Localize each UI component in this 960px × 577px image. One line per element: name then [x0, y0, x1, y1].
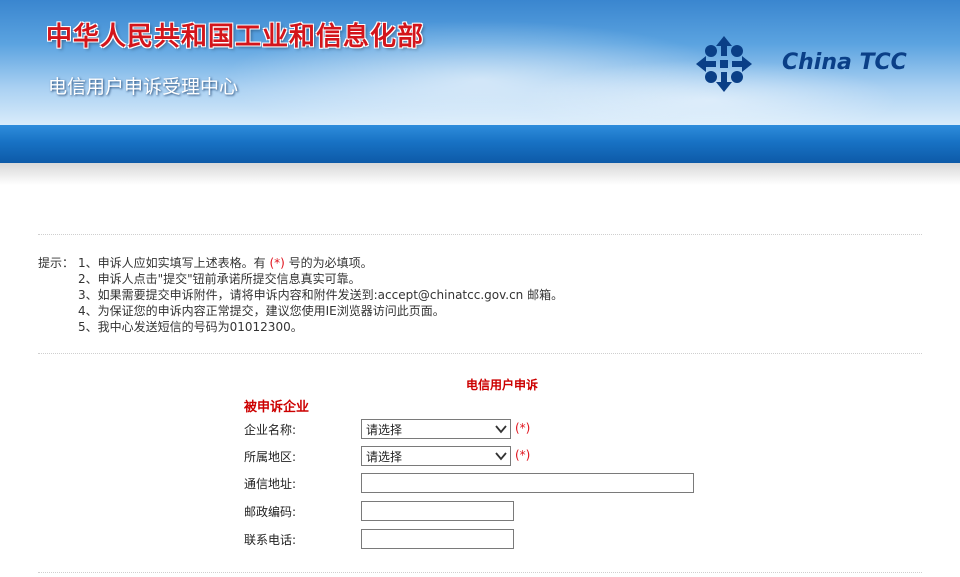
note-item: 1、申诉人应如实填写上述表格。有 (*) 号的为必填项。 — [78, 255, 678, 271]
required-mark: (*) — [269, 256, 285, 270]
header-banner: 中华人民共和国工业和信息化部 电信用户申诉受理中心 China TCC — [0, 0, 960, 125]
notes-list: 1、申诉人应如实填写上述表格。有 (*) 号的为必填项。 2、申诉人点击"提交"… — [78, 255, 678, 335]
note-item: 3、如果需要提交申诉附件，请将申诉内容和附件发送到:accept@chinatc… — [78, 288, 564, 302]
note-text: 1、申诉人应如实填写上述表格。有 — [78, 256, 270, 270]
center-name: 电信用户申诉受理中心 — [48, 76, 239, 98]
required-mark: (*) — [515, 448, 531, 462]
divider — [38, 234, 922, 235]
note-item: 5、我中心发送短信的号码为01012300。 — [78, 320, 303, 334]
notes-label: 提示： — [38, 256, 75, 270]
region-select-value: 请选择 — [366, 449, 403, 464]
postcode-input[interactable] — [361, 501, 514, 521]
address-input[interactable] — [361, 473, 694, 493]
section-title: 被申诉企业 — [244, 400, 310, 415]
header-shadow — [0, 163, 960, 185]
divider — [38, 353, 922, 354]
china-tcc-logo-icon — [696, 36, 752, 92]
logo-text: China TCC — [782, 50, 907, 75]
form-title: 电信用户申诉 — [466, 378, 539, 392]
divider — [38, 572, 922, 573]
header-nav-bar — [0, 125, 960, 163]
postcode-label: 邮政编码: — [244, 505, 297, 519]
chevron-down-icon — [495, 425, 507, 434]
ministry-title: 中华人民共和国工业和信息化部 — [46, 22, 425, 52]
company-select-value: 请选择 — [366, 422, 403, 437]
phone-input[interactable] — [361, 529, 514, 549]
phone-label: 联系电话: — [244, 533, 297, 547]
region-label: 所属地区: — [244, 450, 297, 464]
chevron-down-icon — [495, 452, 507, 461]
note-text: 号的为必填项。 — [284, 256, 373, 270]
region-select[interactable]: 请选择 — [361, 446, 511, 466]
company-label: 企业名称: — [244, 423, 297, 437]
note-item: 4、为保证您的申诉内容正常提交，建议您使用IE浏览器访问此页面。 — [78, 304, 445, 318]
note-item: 2、申诉人点击"提交"钮前承诺所提交信息真实可靠。 — [78, 272, 361, 286]
address-label: 通信地址: — [244, 477, 297, 491]
company-select[interactable]: 请选择 — [361, 419, 511, 439]
required-mark: (*) — [515, 421, 531, 435]
